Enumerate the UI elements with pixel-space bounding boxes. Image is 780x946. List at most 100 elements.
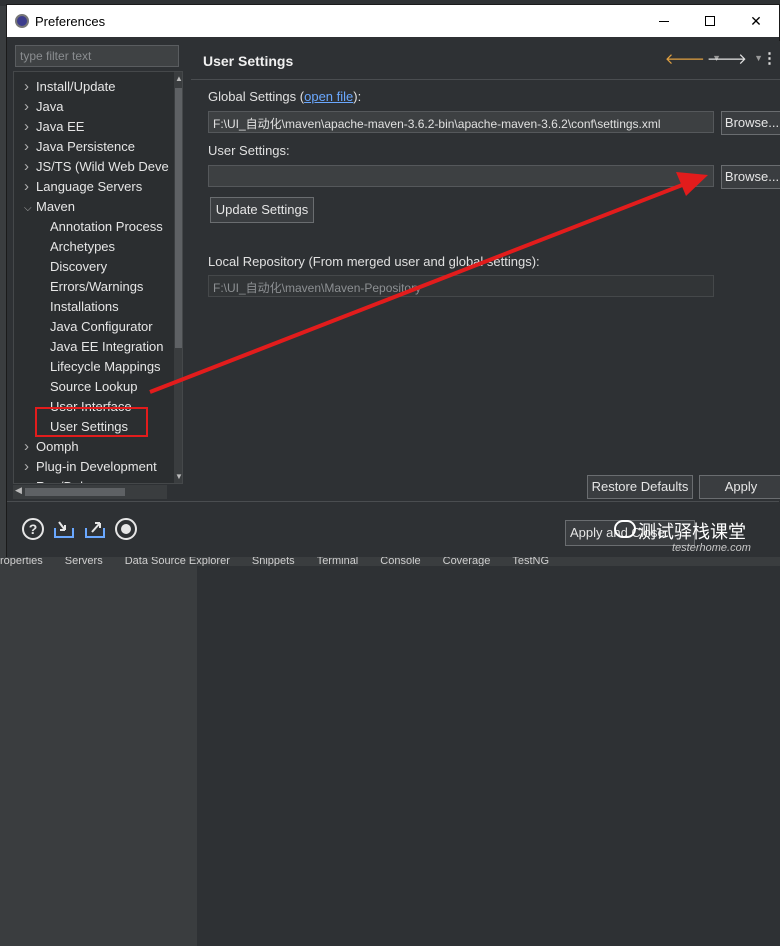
tree-item-label: Java Persistence <box>36 139 135 154</box>
wechat-icon <box>614 520 636 538</box>
settings-page: User Settings 🡐 ▼ 🡒 ▼ ⋮ Global Settings … <box>191 41 780 502</box>
browse-user-button[interactable]: Browse... <box>721 165 780 189</box>
tree-item[interactable]: › Install/Update <box>14 77 116 97</box>
chevron-right-icon[interactable]: › <box>24 177 36 197</box>
close-button[interactable]: ✕ <box>733 5 779 37</box>
scroll-thumb[interactable] <box>175 88 182 348</box>
header-divider <box>191 79 780 80</box>
tree-item[interactable]: ›Run/Debug <box>14 477 102 483</box>
tree-item[interactable]: › Java Persistence <box>14 137 135 157</box>
user-settings-label: User Settings: <box>208 143 290 158</box>
global-settings-text-end: ): <box>353 89 362 104</box>
hscroll-thumb[interactable] <box>25 488 125 496</box>
preferences-dialog: Preferences ✕ type filter text ▲ ▼ › Inst… <box>6 4 780 946</box>
tree-item[interactable]: Archetypes <box>50 237 115 257</box>
chevron-right-icon[interactable]: › <box>24 477 36 483</box>
user-settings-field[interactable] <box>208 165 714 187</box>
minimize-icon <box>659 21 669 22</box>
forward-arrow-icon[interactable]: 🡒 <box>707 49 747 68</box>
restore-defaults-button[interactable]: Restore Defaults <box>587 475 693 499</box>
chevron-right-icon[interactable]: › <box>24 97 36 117</box>
filter-input[interactable]: type filter text <box>15 45 179 67</box>
record-dot <box>121 524 131 534</box>
global-settings-field[interactable]: F:\UI_自动化\maven\apache-maven-3.6.2-bin\a… <box>208 111 714 133</box>
tree-item-label: Errors/Warnings <box>50 279 144 294</box>
global-settings-text: Global Settings ( <box>208 89 305 104</box>
chevron-right-icon[interactable]: › <box>24 77 36 97</box>
tree-item-label: JS/TS (Wild Web Deve <box>36 159 169 174</box>
local-repository-label: Local Repository (From merged user and g… <box>208 254 540 269</box>
apply-button[interactable]: Apply <box>699 475 780 499</box>
view-menu-icon[interactable]: ⋮ <box>762 49 777 67</box>
open-file-link[interactable]: open file <box>304 89 353 104</box>
scroll-down-icon[interactable]: ▼ <box>175 472 182 481</box>
tree-item-label: Java EE Integration <box>50 339 164 354</box>
tree-item-label: Java Configurator <box>50 319 153 334</box>
record-icon[interactable] <box>115 518 137 540</box>
chevron-right-icon[interactable]: › <box>24 457 36 477</box>
tree-item-label: Installations <box>50 299 119 314</box>
tree-item[interactable]: Discovery <box>50 257 107 277</box>
tree-item[interactable]: Source Lookup <box>50 377 137 397</box>
tree-item-label: Run/Debug <box>36 479 102 483</box>
tree-item[interactable]: ⌵ Maven <box>14 197 75 217</box>
tree-item[interactable]: › JS/TS (Wild Web Deve <box>14 157 169 177</box>
tree-item[interactable]: Annotation Process <box>50 217 163 237</box>
tree-item[interactable]: Installations <box>50 297 119 317</box>
update-settings-button[interactable]: Update Settings <box>210 197 314 223</box>
tree-item-label: Lifecycle Mappings <box>50 359 161 374</box>
chevron-right-icon[interactable]: › <box>24 157 36 177</box>
global-settings-label: Global Settings (open file): <box>208 89 361 104</box>
watermark-text: 测试驿栈课堂 <box>638 522 746 542</box>
view-tab[interactable]: Terminal <box>317 557 359 566</box>
tree-item[interactable]: Errors/Warnings <box>50 277 143 297</box>
tree-item-label: Oomph <box>36 439 79 454</box>
browse-global-button[interactable]: Browse... <box>721 111 780 135</box>
tree-item[interactable]: Java Configurator <box>50 317 153 337</box>
scroll-up-icon[interactable]: ▲ <box>175 74 182 83</box>
watermark-subtext: testerhome.com <box>672 542 751 554</box>
help-icon[interactable]: ? <box>22 518 44 540</box>
export-icon[interactable] <box>84 518 106 540</box>
import-icon[interactable] <box>53 518 75 540</box>
view-tab[interactable]: Servers <box>65 557 103 566</box>
tree-item-label: Discovery <box>50 259 108 274</box>
view-tab[interactable]: Snippets <box>252 557 295 566</box>
chevron-down-icon[interactable]: ⌵ <box>24 199 36 219</box>
maximize-button[interactable] <box>687 5 733 37</box>
view-tab[interactable]: Coverage <box>443 557 491 566</box>
view-tab[interactable]: TestNG <box>512 557 549 566</box>
tree-item-label: Java EE <box>36 119 85 134</box>
tree-item[interactable]: › Java EE <box>14 117 84 137</box>
chevron-right-icon[interactable]: › <box>24 117 36 137</box>
view-tab[interactable]: Console <box>380 557 420 566</box>
tree-item[interactable]: › Java <box>14 97 63 117</box>
tree-horizontal-scrollbar[interactable]: ◀ ▶ <box>13 485 780 946</box>
chevron-right-icon[interactable]: › <box>24 137 36 157</box>
back-arrow-icon[interactable]: 🡐 <box>665 49 705 68</box>
tree-item[interactable]: Lifecycle Mappings <box>50 357 161 377</box>
tree-item[interactable]: › Plug-in Development <box>14 457 157 477</box>
tree-item-label: Source Lookup <box>50 379 138 394</box>
title-bar: Preferences ✕ <box>7 5 779 37</box>
tree-item-label: Maven <box>36 199 76 214</box>
tree-item[interactable]: Java EE Integration <box>50 337 163 357</box>
highlight-annotation <box>35 407 148 437</box>
view-tab[interactable]: roperties <box>0 557 43 566</box>
tree-item[interactable]: › Language Servers <box>14 177 142 197</box>
minimize-button[interactable] <box>641 5 687 37</box>
background-view-tabs: roperties Servers Data Source Explorer Snip… <box>0 557 780 566</box>
chevron-right-icon[interactable]: › <box>24 437 36 457</box>
tree-vertical-scrollbar[interactable]: ▲ ▼ <box>174 72 182 483</box>
view-tab[interactable]: Data Source Explorer <box>125 557 230 566</box>
tree-item-label: Archetypes <box>50 239 116 254</box>
eclipse-icon <box>15 14 29 28</box>
close-icon: ✕ <box>750 13 762 29</box>
tree-item[interactable]: › Oomph <box>14 437 79 457</box>
tree-item-label: Install/Update <box>36 79 116 94</box>
maximize-icon <box>705 16 715 26</box>
tree-item-label: Language Servers <box>36 179 143 194</box>
scroll-left-icon[interactable]: ◀ <box>15 485 22 496</box>
local-repository-field: F:\UI_自动化\maven\Maven-Pepository <box>208 275 714 297</box>
tree-item-label: Annotation Process <box>50 219 163 234</box>
